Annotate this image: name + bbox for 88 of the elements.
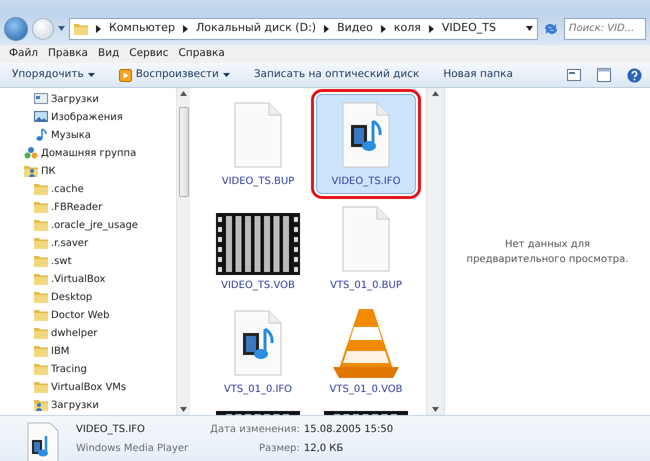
film-strip-icon: [216, 213, 300, 275]
sidebar-item[interactable]: Загрузки: [0, 90, 176, 108]
folder-icon: [34, 272, 48, 286]
breadcrumb-item[interactable]: VIDEO_TS: [442, 20, 496, 37]
breadcrumb-item[interactable]: Видео: [337, 20, 373, 37]
music-note-icon: [34, 128, 48, 142]
address-field[interactable]: Компьютер Локальный диск (D:) Видео коля VIDEO_TS: [69, 18, 538, 40]
sidebar-item[interactable]: Музыка: [0, 126, 176, 144]
downloads-icon: [34, 92, 48, 106]
breadcrumb-item[interactable]: Локальный диск (D:): [196, 20, 316, 37]
breadcrumb-item[interactable]: Компьютер: [109, 20, 175, 37]
menu-item[interactable]: Файл: [4, 46, 44, 62]
scrollbar[interactable]: [426, 88, 444, 415]
toolbar-button[interactable]: Записать на оптический диск: [250, 65, 424, 85]
help-icon: [627, 68, 642, 82]
menu-item[interactable]: Сервис: [124, 46, 174, 62]
folder-icon: [34, 254, 48, 268]
sidebar-item[interactable]: .oracle_jre_usage: [0, 216, 176, 234]
toolbar-button[interactable]: Новая папка: [439, 65, 517, 85]
sidebar-item[interactable]: Doctor Web: [0, 306, 176, 324]
sidebar-item[interactable]: .swt: [0, 252, 176, 270]
folder-icon: [74, 22, 88, 36]
folder-icon: [34, 362, 48, 376]
menu-item[interactable]: Правка: [43, 46, 93, 62]
folder-icon: [34, 200, 48, 214]
file-type: Windows Media Player: [76, 442, 188, 456]
search-field[interactable]: Поиск: VID...: [564, 18, 646, 40]
caret-icon: [222, 73, 230, 77]
preview-message: Нет данных для предварительного просмотра.: [466, 238, 630, 266]
sidebar-item[interactable]: VirtualBox VMs: [0, 378, 176, 396]
detail-value: 12,0 КБ: [304, 442, 344, 456]
pictures-icon: [34, 110, 48, 124]
breadcrumb-item[interactable]: коля: [394, 20, 421, 37]
chevron-icon: [380, 24, 386, 32]
sidebar-item[interactable]: IBM: [0, 342, 176, 360]
scrollbar[interactable]: [176, 88, 190, 415]
folder-icon: [34, 308, 48, 322]
dropdown-arrow-icon: [526, 26, 533, 31]
sidebar-item[interactable]: ПК: [0, 162, 176, 180]
scroll-thumb[interactable]: [178, 106, 188, 196]
file-item[interactable]: VIDEO_TS.VOB: [208, 198, 308, 298]
sidebar-item[interactable]: Домашняя группа: [0, 144, 176, 162]
folder-icon: [34, 218, 48, 232]
chevron-icon: [182, 24, 188, 32]
detail-label: Размер:: [258, 442, 300, 456]
folder-icon: [34, 290, 48, 304]
folder-icon: [34, 344, 48, 358]
sidebar-item[interactable]: .FBReader: [0, 198, 176, 216]
file-name: VIDEO_TS.IFO: [76, 423, 146, 437]
folder-icon: [34, 380, 48, 394]
sidebar-item[interactable]: Tracing: [0, 360, 176, 378]
detail-value: 15.08.2005 15:50: [304, 423, 394, 437]
sidebar-item[interactable]: Изображения: [0, 108, 176, 126]
view-icon: [567, 69, 581, 81]
traffic-cone-icon: [331, 307, 401, 379]
sidebar-item[interactable]: .r.saver: [0, 234, 176, 252]
homegroup-icon: [24, 146, 38, 160]
sidebar-item[interactable]: .VirtualBox: [0, 270, 176, 288]
toolbar-button[interactable]: Воспроизвести: [114, 65, 234, 85]
sidebar-item[interactable]: Desktop: [0, 288, 176, 306]
file-item[interactable]: VTS_01_0.VOB: [316, 302, 416, 402]
pc-icon: [24, 164, 38, 178]
scroll-up-icon[interactable]: [432, 91, 439, 96]
scroll-down-icon[interactable]: [432, 407, 439, 412]
sidebar-item[interactable]: Загрузки: [0, 396, 176, 414]
chevron-icon: [428, 24, 434, 32]
sidebar-item[interactable]: dwhelper: [0, 324, 176, 342]
caret-icon: [88, 73, 95, 77]
folder-icon: [34, 182, 48, 196]
folder-icon: [34, 326, 48, 340]
user-folder-icon: [34, 398, 48, 412]
menu-item[interactable]: Вид: [92, 46, 124, 62]
scroll-up-icon[interactable]: [180, 91, 187, 96]
file-item[interactable]: VTS_01_0.BUP: [316, 198, 416, 298]
chevron-icon: [324, 24, 330, 32]
file-item[interactable]: VTS_01_0.IFO: [208, 302, 308, 402]
back-button[interactable]: [4, 16, 28, 40]
menu-item[interactable]: Справка: [174, 46, 230, 62]
file-item[interactable]: VIDEO_TS.BUP: [208, 94, 308, 194]
chevron-icon: [96, 24, 101, 32]
scroll-down-icon[interactable]: [180, 407, 187, 412]
toolbar-button[interactable]: Упорядочить: [8, 65, 99, 85]
pane-icon: [597, 68, 611, 82]
dropdown-arrow-icon: [58, 26, 65, 31]
sidebar-item[interactable]: .cache: [0, 180, 176, 198]
detail-label: Дата изменения:: [210, 423, 300, 437]
play-icon: [118, 68, 132, 82]
folder-icon: [34, 236, 48, 250]
